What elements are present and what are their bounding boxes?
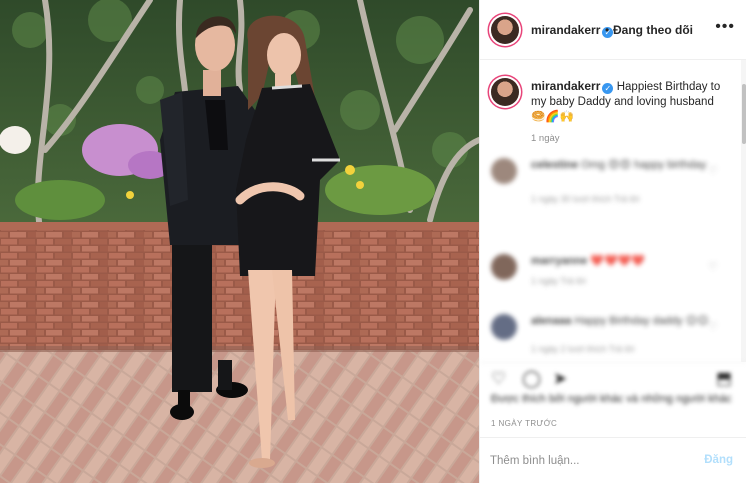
comment-body: ❤️❤️❤️❤️ — [590, 255, 646, 267]
comment-like-icon[interactable]: ♡ — [708, 164, 718, 177]
comment-item: marryanne ❤️❤️❤️❤️ 1 ngày Trả lời ♡ — [480, 246, 740, 296]
comment-username[interactable]: alenaaa — [531, 315, 571, 327]
comments-scrollbar[interactable] — [741, 60, 746, 362]
post-header: mirandakerr ✓ • Đang theo dõi ••• — [480, 0, 746, 60]
comment-meta: 1 ngày 30 lượt thích Trả lời — [531, 194, 640, 204]
post-actions: ♡ ◯ ➤ ⬒ — [480, 362, 746, 393]
comment-icon[interactable]: ◯ — [522, 369, 541, 389]
comment-username[interactable]: celestine — [531, 159, 578, 171]
author-username[interactable]: mirandakerr ✓ — [531, 23, 614, 38]
caption-text-block: mirandakerr ✓ Happiest Birthday to my bab… — [531, 79, 726, 125]
comment-avatar[interactable] — [491, 254, 517, 280]
caption-username[interactable]: mirandakerr ✓ — [531, 79, 617, 94]
likes-summary[interactable]: Được thích bởi người khác và những người… — [491, 393, 741, 409]
scrollbar-thumb[interactable] — [742, 84, 746, 144]
add-comment-input[interactable] — [490, 451, 680, 471]
separator-dot: • — [605, 23, 610, 37]
comment-item: celestine Omg 😍😍 happy birthday 1 ngày 3… — [480, 150, 740, 204]
post-timestamp[interactable]: 1 NGÀY TRƯỚC — [491, 419, 557, 428]
more-options-icon[interactable]: ••• — [715, 18, 735, 36]
comments-list: celestine Omg 😍😍 happy birthday 1 ngày 3… — [480, 150, 740, 362]
bookmark-icon[interactable]: ⬒ — [716, 369, 732, 389]
caption-emoji: 🥯🌈🙌 — [531, 111, 574, 123]
add-comment-bar: Đăng — [480, 437, 746, 484]
photo-image — [0, 0, 479, 483]
comment-avatar[interactable] — [491, 158, 517, 184]
comment-body: Happy Birthday daddy 😊😊 — [574, 315, 709, 327]
heart-icon[interactable]: ♡ — [491, 369, 506, 389]
comment-like-icon[interactable]: ♡ — [708, 320, 718, 333]
verified-badge-icon: ✓ — [602, 83, 614, 94]
comment-like-icon[interactable]: ♡ — [708, 260, 718, 273]
comment-meta: 1 ngày Trả lời — [531, 276, 586, 286]
post-sidebar: mirandakerr ✓ • Đang theo dõi ••• miranda… — [479, 0, 746, 483]
comment-item: alenaaa Happy Birthday daddy 😊😊 1 ngày 2… — [480, 306, 740, 356]
author-avatar[interactable] — [491, 16, 519, 44]
post-photo[interactable] — [0, 0, 479, 483]
following-button[interactable]: Đang theo dõi — [613, 23, 693, 37]
caption-author-avatar[interactable] — [491, 78, 519, 106]
caption-timestamp[interactable]: 1 ngày — [531, 133, 560, 144]
comment-text: marryanne ❤️❤️❤️❤️ — [531, 254, 711, 268]
comment-avatar[interactable] — [491, 314, 517, 340]
comment-username[interactable]: marryanne — [531, 255, 587, 267]
comment-body: Omg 😍😍 happy birthday — [581, 159, 707, 171]
comment-text: celestine Omg 😍😍 happy birthday — [531, 158, 711, 172]
comment-text: alenaaa Happy Birthday daddy 😊😊 — [531, 314, 711, 328]
post-comment-button[interactable]: Đăng — [704, 454, 733, 466]
comment-meta: 1 ngày 2 lượt thích Trả lời — [531, 344, 635, 354]
share-icon[interactable]: ➤ — [553, 369, 567, 389]
